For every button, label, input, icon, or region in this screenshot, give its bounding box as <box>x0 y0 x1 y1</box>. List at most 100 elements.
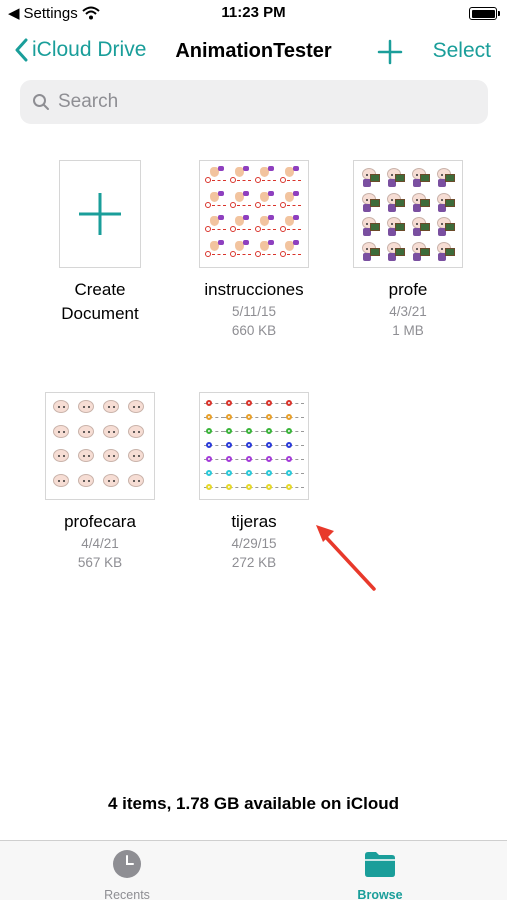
thumbnail-motif <box>254 239 279 264</box>
thumbnail-motif <box>125 446 150 471</box>
file-item-instrucciones[interactable]: instrucciones 5/11/15 660 KB <box>174 160 334 340</box>
file-date: 5/11/15 <box>231 304 277 319</box>
file-date: 4/29/15 <box>231 536 277 551</box>
thumbnail-motif <box>284 425 304 439</box>
thumbnail-motif <box>358 214 383 239</box>
thumbnail-motif <box>244 425 264 439</box>
thumbnail-motif <box>204 467 224 481</box>
thumbnail-motif <box>229 214 254 239</box>
thumbnail-motif <box>125 422 150 447</box>
thumbnail-motif <box>254 165 279 190</box>
battery-icon <box>469 7 500 20</box>
thumbnail-pattern <box>358 165 458 263</box>
thumbnail-motif <box>264 467 284 481</box>
tab-bar: Recents Browse <box>0 840 507 900</box>
thumbnail-motif <box>279 239 304 264</box>
thumbnail-motif <box>204 439 224 453</box>
thumbnail-motif <box>50 397 75 422</box>
file-name: instrucciones <box>204 280 304 299</box>
thumbnail-motif <box>204 239 229 264</box>
thumbnail-motif <box>383 165 408 190</box>
status-time: 11:23 PM <box>221 4 286 21</box>
thumbnail-motif <box>383 190 408 215</box>
file-thumbnail[interactable] <box>45 392 155 500</box>
create-label-line2: Document <box>61 304 139 323</box>
thumbnail-motif <box>75 422 100 447</box>
thumbnail-motif <box>244 467 264 481</box>
tab-recents[interactable]: Recents <box>62 849 192 900</box>
file-size: 272 KB <box>231 555 277 570</box>
thumbnail-pattern <box>50 397 150 495</box>
thumbnail-motif <box>408 239 433 264</box>
thumbnail-motif <box>224 397 244 411</box>
thumbnail-motif <box>264 397 284 411</box>
thumbnail-motif <box>264 411 284 425</box>
thumbnail-motif <box>284 439 304 453</box>
thumbnail-motif <box>264 439 284 453</box>
thumbnail-motif <box>279 214 304 239</box>
thumbnail-motif <box>279 165 304 190</box>
thumbnail-motif <box>383 239 408 264</box>
search-bar[interactable] <box>20 80 488 124</box>
thumbnail-motif <box>254 190 279 215</box>
select-button[interactable]: Select <box>433 39 491 63</box>
file-size: 1 MB <box>392 323 424 338</box>
thumbnail-motif <box>204 481 224 495</box>
file-item-profe[interactable]: profe 4/3/21 1 MB <box>328 160 488 340</box>
thumbnail-motif <box>284 467 304 481</box>
thumbnail-motif <box>433 165 458 190</box>
thumbnail-motif <box>229 190 254 215</box>
thumbnail-motif <box>100 471 125 496</box>
thumbnail-motif <box>224 439 244 453</box>
thumbnail-motif <box>244 453 264 467</box>
thumbnail-motif <box>383 214 408 239</box>
thumbnail-motif <box>244 397 264 411</box>
file-size: 660 KB <box>231 323 277 338</box>
thumbnail-motif <box>264 425 284 439</box>
thumbnail-motif <box>224 425 244 439</box>
thumbnail-motif <box>75 397 100 422</box>
file-item-profecara[interactable]: profecara 4/4/21 567 KB <box>20 392 180 572</box>
page-title: AnimationTester <box>175 40 332 62</box>
thumbnail-motif <box>244 439 264 453</box>
thumbnail-motif <box>50 446 75 471</box>
thumbnail-motif <box>408 165 433 190</box>
thumbnail-motif <box>224 467 244 481</box>
thumbnail-motif <box>100 446 125 471</box>
create-document-item[interactable]: Create Document <box>20 160 180 326</box>
file-thumbnail[interactable] <box>199 392 309 500</box>
thumbnail-motif <box>284 481 304 495</box>
file-name: profe <box>388 280 428 299</box>
file-size: 567 KB <box>77 555 123 570</box>
file-name: profecara <box>64 512 136 531</box>
thumbnail-motif <box>284 411 304 425</box>
thumbnail-motif <box>75 446 100 471</box>
search-icon <box>33 94 49 110</box>
thumbnail-motif <box>408 214 433 239</box>
back-button[interactable]: iCloud Drive <box>14 38 146 62</box>
thumbnail-motif <box>100 397 125 422</box>
storage-summary: 4 items, 1.78 GB available on iCloud <box>108 794 399 813</box>
thumbnail-motif <box>264 481 284 495</box>
file-thumbnail[interactable] <box>199 160 309 268</box>
status-bar: ◀ Settings 11:23 PM <box>0 0 507 28</box>
create-document-tile[interactable] <box>59 160 141 268</box>
file-thumbnail[interactable] <box>353 160 463 268</box>
tab-browse[interactable]: Browse <box>315 849 445 900</box>
thumbnail-motif <box>244 411 264 425</box>
plus-icon <box>79 193 121 235</box>
thumbnail-motif <box>125 397 150 422</box>
thumbnail-motif <box>204 165 229 190</box>
thumbnail-motif <box>279 190 304 215</box>
thumbnail-motif <box>224 411 244 425</box>
folder-icon <box>365 852 395 877</box>
thumbnail-motif <box>244 481 264 495</box>
thumbnail-motif <box>284 397 304 411</box>
file-item-tijeras[interactable]: tijeras 4/29/15 272 KB <box>174 392 334 572</box>
clock-icon <box>113 850 141 878</box>
thumbnail-motif <box>229 165 254 190</box>
search-input[interactable] <box>58 91 458 113</box>
thumbnail-motif <box>358 239 383 264</box>
thumbnail-motif <box>433 190 458 215</box>
add-button[interactable] <box>376 38 404 66</box>
